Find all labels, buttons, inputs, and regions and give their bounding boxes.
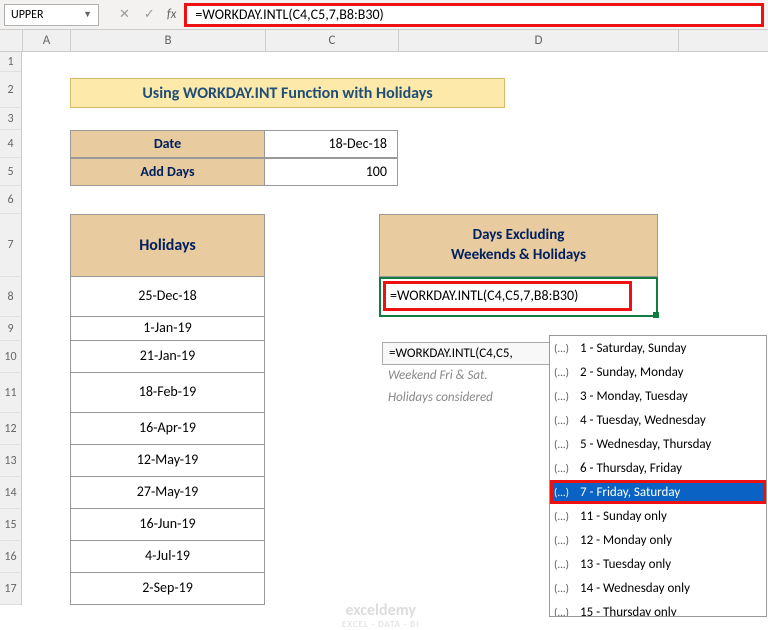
option-icon: (...): [554, 390, 576, 403]
dropdown-item[interactable]: (...)4 - Tuesday, Wednesday: [550, 408, 766, 432]
dropdown-item[interactable]: (...)6 - Thursday, Friday: [550, 456, 766, 480]
name-box[interactable]: UPPER ▼: [4, 4, 99, 26]
adddays-value[interactable]: 100: [265, 158, 398, 186]
row-header-15[interactable]: 15: [0, 509, 21, 541]
helper-formula-text: =WORKDAY.INTL(C4,C5,: [382, 342, 550, 365]
row-header-16[interactable]: 16: [0, 541, 21, 573]
dropdown-item[interactable]: (...)14 - Wednesday only: [550, 576, 766, 600]
weekend-dropdown[interactable]: (...)1 - Saturday, Sunday (...)2 - Sunda…: [549, 335, 767, 617]
row-header-8[interactable]: 8: [0, 277, 21, 317]
table-row: Date 18-Dec-18: [70, 130, 398, 158]
row-header-1[interactable]: 1: [0, 52, 21, 72]
holiday-cell[interactable]: 2-Sep-19: [70, 573, 265, 605]
row-header-2[interactable]: 2: [0, 72, 21, 108]
holidays-header: Holidays: [70, 214, 265, 277]
active-formula-cell[interactable]: =WORKDAY.INTL(C4,C5,7,B8:B30): [379, 277, 658, 317]
holiday-cell[interactable]: 27-May-19: [70, 477, 265, 509]
option-icon: (...): [554, 510, 576, 523]
option-icon: (...): [554, 438, 576, 451]
option-icon: (...): [554, 462, 576, 475]
option-icon: (...): [554, 486, 576, 499]
select-all[interactable]: [0, 30, 23, 51]
holiday-cell[interactable]: 21-Jan-19: [70, 341, 265, 373]
fx-icon[interactable]: fx: [167, 7, 177, 22]
formula-bar[interactable]: =WORKDAY.INTL(C4,C5,7,B8:B30): [184, 3, 764, 27]
option-icon: (...): [554, 534, 576, 547]
holidays-table: Holidays 25-Dec-18 1-Jan-19 21-Jan-19 18…: [70, 214, 265, 605]
option-icon: (...): [554, 414, 576, 427]
row-header-12[interactable]: 12: [0, 413, 21, 445]
holiday-cell[interactable]: 16-Apr-19: [70, 413, 265, 445]
date-table: Date 18-Dec-18 Add Days 100: [70, 130, 398, 186]
row-header-14[interactable]: 14: [0, 477, 21, 509]
adddays-label: Add Days: [70, 158, 265, 186]
cancel-icon[interactable]: ✕: [119, 7, 130, 22]
holiday-cell[interactable]: 25-Dec-18: [70, 277, 265, 317]
chevron-down-icon[interactable]: ▼: [83, 9, 92, 20]
date-label: Date: [70, 130, 265, 158]
row-header-7[interactable]: 7: [0, 214, 21, 277]
option-icon: (...): [554, 606, 576, 617]
table-row: Add Days 100: [70, 158, 398, 186]
formula-bar-icons: ✕ ✓: [119, 7, 155, 22]
formula-bar-text: =WORKDAY.INTL(C4,C5,7,B8:B30): [195, 6, 383, 23]
row-headers: 1 2 3 4 5 6 7 8 9 10 11 12 13 14 15 16 1…: [0, 52, 22, 605]
option-icon: (...): [554, 342, 576, 355]
dropdown-item[interactable]: (...)3 - Monday, Tuesday: [550, 384, 766, 408]
name-box-value: UPPER: [11, 8, 43, 22]
dropdown-item[interactable]: (...)5 - Wednesday, Thursday: [550, 432, 766, 456]
holiday-cell[interactable]: 1-Jan-19: [70, 317, 265, 341]
holiday-cell[interactable]: 12-May-19: [70, 445, 265, 477]
dropdown-item[interactable]: (...)13 - Tuesday only: [550, 552, 766, 576]
option-icon: (...): [554, 366, 576, 379]
date-value[interactable]: 18-Dec-18: [265, 130, 398, 158]
row-header-17[interactable]: 17: [0, 573, 21, 605]
formula-bar-row: UPPER ▼ ✕ ✓ fx =WORKDAY.INTL(C4,C5,7,B8:…: [0, 0, 768, 30]
row-header-10[interactable]: 10: [0, 341, 21, 373]
helper-note-1: Weekend Fri & Sat.: [382, 365, 550, 387]
col-header-a[interactable]: A: [23, 30, 71, 51]
dropdown-list[interactable]: (...)1 - Saturday, Sunday (...)2 - Sunda…: [550, 336, 766, 616]
formula-cell-text: =WORKDAY.INTL(C4,C5,7,B8:B30): [383, 281, 632, 311]
option-icon: (...): [554, 582, 576, 595]
watermark: exceldemy EXCEL · DATA · BI: [342, 602, 419, 629]
holiday-cell[interactable]: 4-Jul-19: [70, 541, 265, 573]
page-title: Using WORKDAY.INT Function with Holidays: [70, 78, 505, 108]
row-header-3[interactable]: 3: [0, 108, 21, 130]
dropdown-item-selected[interactable]: (...)7 - Friday, Saturday: [550, 480, 766, 504]
column-headers: A B C D: [0, 30, 768, 52]
dropdown-item[interactable]: (...)11 - Sunday only: [550, 504, 766, 528]
option-icon: (...): [554, 558, 576, 571]
helper-note-2: Holidays considered: [382, 387, 550, 409]
row-header-5[interactable]: 5: [0, 158, 21, 186]
row-header-11[interactable]: 11: [0, 373, 21, 413]
row-header-4[interactable]: 4: [0, 130, 21, 158]
col-header-b[interactable]: B: [71, 30, 266, 51]
spreadsheet: A B C D 1 2 3 4 5 6 7 8 9 10 11 12 13 14…: [0, 30, 768, 52]
days-excluding-header: Days Excluding Weekends & Holidays: [379, 214, 658, 277]
col-header-c[interactable]: C: [266, 30, 399, 51]
row-header-6[interactable]: 6: [0, 186, 21, 214]
col-header-d[interactable]: D: [399, 30, 679, 51]
dropdown-item[interactable]: (...)15 - Thursday only: [550, 600, 766, 616]
dropdown-item[interactable]: (...)2 - Sunday, Monday: [550, 360, 766, 384]
dropdown-item[interactable]: (...)12 - Monday only: [550, 528, 766, 552]
row-header-13[interactable]: 13: [0, 445, 21, 477]
holiday-cell[interactable]: 16-Jun-19: [70, 509, 265, 541]
watermark-text: exceldemy: [342, 602, 419, 620]
holiday-cell[interactable]: 18-Feb-19: [70, 373, 265, 413]
dropdown-item[interactable]: (...)1 - Saturday, Sunday: [550, 336, 766, 360]
row-header-9[interactable]: 9: [0, 317, 21, 341]
enter-icon[interactable]: ✓: [144, 7, 155, 22]
watermark-sub: EXCEL · DATA · BI: [342, 620, 419, 630]
formula-helper: =WORKDAY.INTL(C4,C5, Weekend Fri & Sat. …: [382, 342, 550, 409]
